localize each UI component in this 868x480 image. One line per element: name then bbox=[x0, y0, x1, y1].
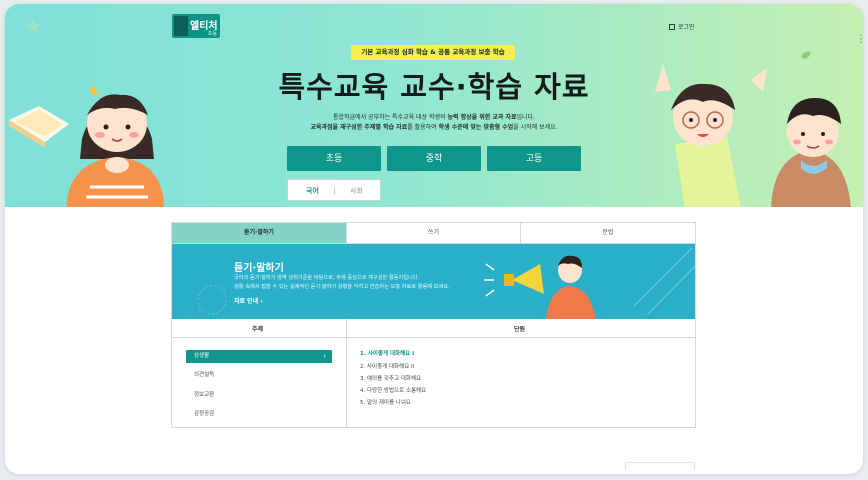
topic-item-daily-life[interactable]: 상생활 › bbox=[186, 350, 332, 363]
table-header: 주제 단원 bbox=[172, 319, 695, 338]
banner-desc-2: 생활 속에서 접할 수 있는 실제적인 듣기·말하기 상황을 익히고 연습하는 … bbox=[234, 284, 450, 290]
subject-tab-korean[interactable]: 국어 bbox=[306, 186, 319, 196]
site-logo[interactable]: 엘티처 초등 bbox=[172, 14, 220, 38]
unit-item-4[interactable]: 4. 다양한 방법으로 소통해요 bbox=[360, 386, 426, 394]
unit-item-5[interactable]: 5. 말의 재미를 나눠요 bbox=[360, 398, 411, 406]
tab-writing[interactable]: 쓰기 bbox=[346, 223, 520, 243]
subject-tab-social[interactable]: 사회 bbox=[350, 186, 363, 196]
unit-item-3[interactable]: 3. 예의를 갖추고 대화해요 bbox=[360, 374, 421, 382]
banner-title: 듣기·말하기 bbox=[234, 263, 284, 274]
page-title: 특수교육 교수·학습 자료 bbox=[278, 70, 590, 104]
hero-section: ★ 엘티처 초등 로그인 기본 교육과정 심화 학습 & 공통 교육과정 보충 … bbox=[5, 4, 863, 207]
area-tabs: 듣기·말하기 쓰기 문법 bbox=[172, 223, 695, 244]
col-topic-header: 주제 bbox=[252, 326, 264, 333]
hero-badge: 기본 교육과정 심화 학습 & 공통 교육과정 보충 학습 bbox=[351, 45, 515, 60]
topic-item-info[interactable]: 정보교환 bbox=[186, 389, 332, 402]
topic-item-empathy[interactable]: 감정공감 bbox=[186, 408, 332, 421]
more-options-icon[interactable]: ⋮ bbox=[856, 34, 863, 45]
column-divider bbox=[346, 319, 347, 427]
topic-item-opinion[interactable]: 의견설득 bbox=[186, 369, 332, 382]
banner-desc-1: 국어과 듣기·말하기 영역 성취기준을 바탕으로, 주제 중심으로 재구성한 활… bbox=[234, 275, 420, 281]
content-panel: 듣기·말하기 쓰기 문법 듣기·말하기 국어과 듣기·말하기 영역 성취기준을 … bbox=[171, 222, 696, 428]
star-decoration-icon: ★ bbox=[24, 14, 42, 38]
level-button-middle[interactable]: 중학 bbox=[387, 146, 481, 171]
tab-listening-speaking[interactable]: 듣기·말하기 bbox=[172, 223, 346, 243]
leaf-decoration bbox=[800, 49, 812, 61]
hero-description-1: 통합학급에서 공부하는 특수교육 대상 학생의 능력 향상을 위한 교과 자료입… bbox=[333, 114, 535, 121]
bottom-element bbox=[625, 462, 695, 470]
hero-description-2: 교육과정을 재구성한 주제별 학습 자료를 활용하여 학생 수준에 맞는 맞춤형… bbox=[310, 124, 558, 131]
level-button-high[interactable]: 고등 bbox=[487, 146, 581, 171]
browser-frame: ★ 엘티처 초등 로그인 기본 교육과정 심화 학습 & 공통 교육과정 보충 … bbox=[5, 4, 863, 474]
unit-item-2[interactable]: 2. 사이좋게 대화해요 II bbox=[360, 362, 414, 370]
material-guide-link[interactable]: 자료 안내 › bbox=[234, 296, 263, 305]
subject-tabs: 국어 사회 bbox=[287, 179, 381, 201]
login-link[interactable]: 로그인 bbox=[669, 22, 695, 31]
tab-grammar[interactable]: 문법 bbox=[520, 223, 695, 243]
unit-item-1[interactable]: 1. 사이좋게 대화해요 I bbox=[360, 349, 414, 357]
banner-decoration bbox=[197, 247, 695, 319]
chevron-right-icon: › bbox=[323, 352, 326, 360]
level-button-elementary[interactable]: 초등 bbox=[287, 146, 381, 171]
col-unit-header: 단원 bbox=[514, 326, 526, 333]
area-banner: 듣기·말하기 국어과 듣기·말하기 영역 성취기준을 바탕으로, 주제 중심으로… bbox=[172, 244, 695, 319]
login-icon bbox=[669, 24, 675, 30]
